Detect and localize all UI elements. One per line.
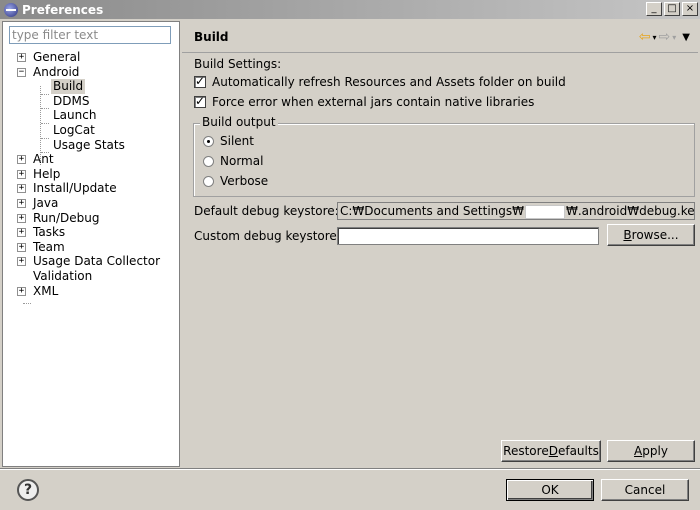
browse-button[interactable]: Browse... bbox=[607, 224, 695, 246]
page-header: Build ⇦ ▾ ⇨ ▾ ▼ bbox=[182, 21, 698, 53]
page-title: Build bbox=[194, 30, 229, 44]
tree-item-tasks[interactable]: + Tasks bbox=[3, 225, 179, 240]
tree-item-android-launch[interactable]: Launch bbox=[3, 108, 179, 123]
footer-separator bbox=[0, 468, 700, 470]
expand-icon[interactable]: + bbox=[17, 242, 26, 252]
window-controls: _ □ × bbox=[646, 2, 698, 16]
expand-icon[interactable]: + bbox=[17, 53, 26, 62]
help-icon[interactable]: ? bbox=[17, 479, 39, 501]
checkbox-checked-icon[interactable] bbox=[194, 94, 206, 108]
restore-defaults-button[interactable]: Restore Defaults bbox=[501, 440, 601, 462]
view-menu-icon[interactable]: ▼ bbox=[682, 32, 690, 43]
back-dropdown-icon[interactable]: ▾ bbox=[653, 33, 657, 42]
expand-icon[interactable]: + bbox=[17, 184, 26, 194]
tree-item-usage-data-collector[interactable]: + Usage Data Collector bbox=[3, 254, 179, 269]
expand-icon[interactable]: + bbox=[17, 228, 26, 238]
checkbox-checked-icon[interactable] bbox=[194, 74, 206, 88]
preferences-window: Preferences _ □ × + General − Andr bbox=[0, 0, 700, 510]
custom-keystore-label: Custom debug keystore: bbox=[194, 229, 341, 243]
radio-verbose[interactable]: Verbose bbox=[203, 173, 268, 189]
forward-arrow-icon[interactable]: ⇨ bbox=[659, 30, 671, 44]
ok-button[interactable]: OK bbox=[506, 479, 594, 501]
window-title: Preferences bbox=[22, 2, 104, 17]
tree-item-android[interactable]: − Android bbox=[3, 65, 179, 80]
tree-item-validation[interactable]: Validation bbox=[3, 269, 179, 284]
expand-icon[interactable]: + bbox=[17, 198, 26, 208]
tree-item-team[interactable]: + Team bbox=[3, 240, 179, 255]
radio-normal[interactable]: Normal bbox=[203, 153, 263, 169]
history-nav: ⇦ ▾ ⇨ ▾ ▼ bbox=[639, 30, 690, 44]
forward-dropdown-icon[interactable]: ▾ bbox=[672, 33, 676, 42]
minimize-button[interactable]: _ bbox=[646, 2, 662, 16]
expand-icon[interactable]: + bbox=[17, 169, 26, 179]
expand-icon[interactable]: + bbox=[17, 213, 26, 223]
tree-item-android-usage-stats[interactable]: Usage Stats bbox=[3, 138, 179, 153]
build-settings-label: Build Settings: bbox=[194, 57, 282, 71]
expand-icon[interactable]: + bbox=[17, 286, 26, 296]
tree-item-java[interactable]: + Java bbox=[3, 196, 179, 211]
tree-item-android-ddms[interactable]: DDMS bbox=[3, 94, 179, 109]
expand-icon[interactable]: + bbox=[17, 257, 26, 267]
title-bar[interactable]: Preferences _ □ × bbox=[0, 0, 700, 19]
apply-button[interactable]: Apply bbox=[607, 440, 695, 462]
tree-item-xml[interactable]: + XML bbox=[3, 284, 179, 299]
preference-tree-panel: + General − Android Build DDMS Launch Lo… bbox=[2, 21, 180, 467]
tree-item-general[interactable]: + General bbox=[3, 50, 179, 65]
tree-item-install-update[interactable]: + Install/Update bbox=[3, 181, 179, 196]
default-keystore-label: Default debug keystore: bbox=[194, 204, 339, 218]
radio-unselected-icon[interactable] bbox=[203, 175, 214, 187]
cancel-button[interactable]: Cancel bbox=[601, 479, 689, 501]
build-output-legend: Build output bbox=[200, 115, 278, 129]
back-arrow-icon[interactable]: ⇦ bbox=[639, 30, 651, 44]
tree-item-help[interactable]: + Help bbox=[3, 167, 179, 182]
radio-unselected-icon[interactable] bbox=[203, 155, 214, 167]
radio-selected-icon[interactable] bbox=[203, 135, 214, 147]
close-button[interactable]: × bbox=[682, 2, 698, 16]
maximize-button[interactable]: □ bbox=[664, 2, 680, 16]
default-keystore-field[interactable]: C:₩Documents and Settings₩ ₩.android₩debu… bbox=[337, 202, 695, 220]
redacted-username bbox=[525, 204, 565, 219]
tree-item-android-logcat[interactable]: LogCat bbox=[3, 123, 179, 138]
collapse-icon[interactable]: − bbox=[17, 67, 26, 77]
build-output-group: Build output Silent Normal Verbose bbox=[193, 115, 695, 197]
tree-item-run-debug[interactable]: + Run/Debug bbox=[3, 211, 179, 226]
eclipse-icon bbox=[4, 2, 18, 17]
radio-silent[interactable]: Silent bbox=[203, 133, 254, 149]
filter-input[interactable] bbox=[9, 26, 171, 44]
custom-keystore-input[interactable] bbox=[337, 227, 599, 245]
tree-item-android-build[interactable]: Build bbox=[3, 79, 179, 94]
tree-item-ant[interactable]: + Ant bbox=[3, 152, 179, 167]
refresh-resources-checkbox[interactable]: Automatically refresh Resources and Asse… bbox=[194, 74, 566, 90]
force-error-checkbox[interactable]: Force error when external jars contain n… bbox=[194, 94, 534, 110]
expand-icon[interactable]: + bbox=[17, 155, 26, 165]
preference-tree: + General − Android Build DDMS Launch Lo… bbox=[3, 50, 179, 304]
